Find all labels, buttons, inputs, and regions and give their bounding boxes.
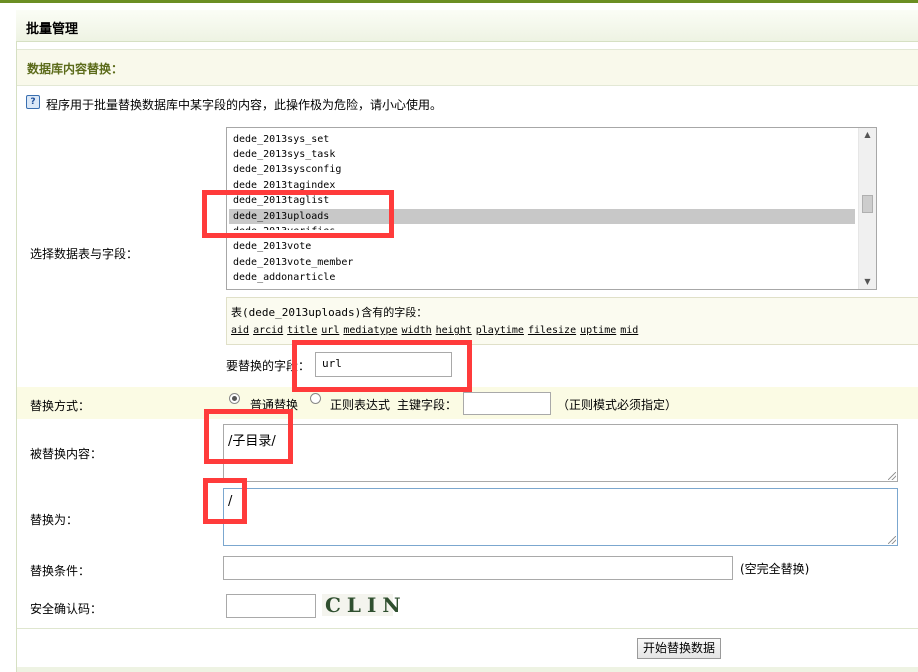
field-links: aid arcid title url mediatype width height play… (231, 325, 642, 336)
replace-with-textarea[interactable]: / (223, 488, 898, 546)
page-title: 批量管理 (26, 22, 79, 37)
field-link[interactable]: width (402, 325, 432, 336)
fields-panel: 表(dede_2013uploads)含有的字段： aid arcid title u… (226, 297, 918, 345)
table-option[interactable]: dede_2013vote_member (233, 255, 353, 270)
highlight-box-field (292, 340, 472, 392)
primary-key-label: 主键字段： (397, 398, 458, 412)
page-header: 批量管理 (16, 10, 918, 42)
primary-key-input[interactable] (463, 392, 551, 415)
resize-grip-icon[interactable] (888, 536, 896, 544)
scroll-up-icon[interactable]: ▲ (859, 128, 876, 142)
condition-input[interactable] (223, 556, 733, 580)
captcha-text: CLIN (325, 593, 407, 617)
replace-mode-label: 替换方式： (30, 399, 91, 413)
highlight-box-replace-with (203, 478, 247, 524)
captcha-image[interactable]: CLIN (322, 594, 401, 616)
section-header: 数据库内容替换： (17, 49, 918, 86)
field-link[interactable]: mid (620, 325, 638, 336)
top-accent-line (0, 0, 918, 3)
security-code-input[interactable] (226, 594, 316, 618)
footer-strip (17, 667, 918, 672)
scroll-thumb[interactable] (862, 195, 873, 213)
resize-grip-icon[interactable] (888, 472, 896, 480)
footer-divider (17, 628, 918, 629)
replace-with-label: 替换为： (30, 513, 79, 527)
section-title: 数据库内容替换： (27, 62, 124, 76)
warning-text: 程序用于批量替换数据库中某字段的内容，此操作极为危险，请小心使用。 (46, 98, 443, 112)
field-link[interactable]: uptime (580, 325, 616, 336)
highlight-box-table (202, 190, 394, 238)
field-link[interactable]: arcid (253, 325, 283, 336)
radio-regex-label: 正则表达式 (330, 398, 391, 412)
field-link[interactable]: mediatype (343, 325, 397, 336)
security-code-label: 安全确认码： (30, 602, 103, 616)
table-select-label: 选择数据表与字段： (30, 247, 139, 261)
condition-label: 替换条件： (30, 564, 91, 578)
listbox-scrollbar[interactable]: ▲ ▼ (858, 128, 876, 289)
field-link[interactable]: playtime (476, 325, 524, 336)
field-link[interactable]: title (287, 325, 317, 336)
field-link[interactable]: filesize (528, 325, 576, 336)
table-option[interactable]: dede_addonarticle (233, 270, 335, 285)
radio-regex[interactable] (310, 393, 321, 404)
help-icon: ? (26, 95, 40, 109)
field-link[interactable]: aid (231, 325, 249, 336)
table-option[interactable]: dede_2013sysconfig (233, 162, 341, 177)
highlight-box-replaced (204, 409, 293, 464)
fields-header: 表(dede_2013uploads)含有的字段： (231, 306, 428, 319)
radio-normal[interactable] (229, 393, 240, 404)
table-option[interactable]: dede_2013sys_task (233, 147, 335, 162)
regex-note: （正则模式必须指定） (557, 398, 678, 412)
field-link[interactable]: height (436, 325, 472, 336)
table-option[interactable]: dede_2013vote (233, 239, 311, 254)
start-replace-button[interactable]: 开始替换数据 (637, 638, 721, 659)
field-link[interactable]: url (321, 325, 339, 336)
table-option[interactable]: dede_2013sys_set (233, 132, 329, 147)
condition-note: (空完全替换) (740, 562, 810, 576)
replaced-content-textarea[interactable]: /子目录/ (223, 424, 898, 482)
scroll-down-icon[interactable]: ▼ (859, 275, 876, 289)
replaced-content-label: 被替换内容： (30, 447, 103, 461)
